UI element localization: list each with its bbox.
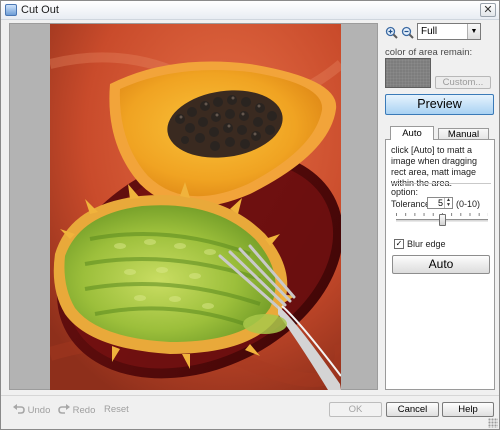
app-icon <box>5 4 17 16</box>
close-icon: ✕ <box>483 4 493 16</box>
footer-bar: Undo Redo Reset OK Cancel Help <box>1 401 499 419</box>
tolerance-slider-thumb[interactable] <box>438 214 446 226</box>
image-canvas[interactable] <box>9 23 378 390</box>
photo-preview[interactable] <box>50 24 341 390</box>
reset-button[interactable]: Reset <box>104 404 129 415</box>
undo-button[interactable]: Undo <box>13 404 50 416</box>
cut-out-window: Cut Out ✕ Full ▼ color of area remain: C… <box>0 0 500 430</box>
auto-button[interactable]: Auto <box>392 255 490 274</box>
remain-color-label: color of area remain: <box>385 47 473 58</box>
redo-label: Redo <box>72 405 96 416</box>
zoom-level-value: Full <box>421 26 438 37</box>
custom-color-button[interactable]: Custom... <box>435 76 491 89</box>
close-button[interactable]: ✕ <box>480 3 496 17</box>
cancel-button[interactable]: Cancel <box>386 402 439 417</box>
fruit-photo <box>50 24 341 390</box>
blur-edge-checkbox[interactable]: ✓ <box>394 239 404 249</box>
option-label: option: <box>391 187 419 197</box>
help-button[interactable]: Help <box>442 402 494 417</box>
window-title: Cut Out <box>21 4 59 16</box>
resize-grip[interactable] <box>488 418 498 428</box>
blur-edge-label: Blur edge <box>407 239 446 249</box>
undo-label: Undo <box>27 405 51 416</box>
spin-down-icon[interactable]: ▼ <box>445 203 452 208</box>
zoom-out-icon <box>401 26 414 39</box>
zoom-level-select[interactable]: Full ▼ <box>417 23 481 40</box>
tab-auto[interactable]: Auto <box>390 126 434 140</box>
preview-button[interactable]: Preview <box>385 94 494 115</box>
zoom-in-button[interactable] <box>385 26 398 39</box>
chevron-down-icon: ▼ <box>467 24 480 39</box>
title-bar: Cut Out ✕ <box>1 1 499 20</box>
remain-color-swatch[interactable] <box>385 58 431 88</box>
ok-button[interactable]: OK <box>329 402 382 417</box>
zoom-in-icon <box>385 26 398 39</box>
tolerance-spinner[interactable]: ▲ ▼ <box>444 198 452 208</box>
redo-icon <box>58 404 70 414</box>
auto-tab-panel: click [Auto] to matt a image when draggi… <box>385 139 495 390</box>
undo-icon <box>13 404 25 414</box>
side-panel: Full ▼ color of area remain: Custom... P… <box>385 23 495 390</box>
zoom-out-button[interactable] <box>401 26 414 39</box>
tolerance-range: (0-10) <box>456 199 481 209</box>
footer-divider <box>1 395 499 396</box>
redo-button[interactable]: Redo <box>58 404 95 416</box>
divider <box>391 183 491 184</box>
